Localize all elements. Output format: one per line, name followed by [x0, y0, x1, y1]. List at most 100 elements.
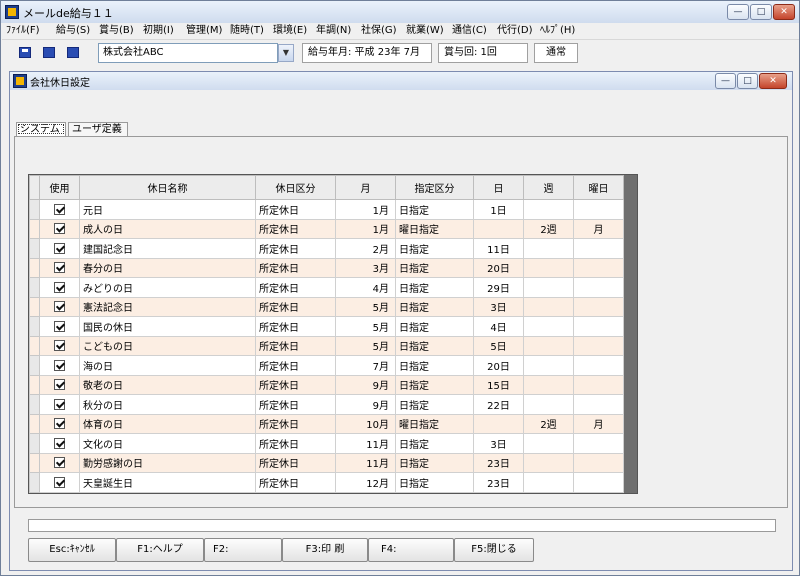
cell-shitei[interactable]: 日指定 [395, 296, 474, 317]
cell-shitei[interactable]: 日指定 [395, 452, 474, 473]
cell-use[interactable] [39, 374, 80, 395]
cell-kubun[interactable]: 所定休日 [255, 472, 336, 493]
cell-use[interactable] [39, 413, 80, 434]
cell-day[interactable]: 20日 [473, 257, 524, 278]
cell-use[interactable] [39, 452, 80, 473]
cell-day[interactable] [473, 413, 524, 434]
cell-week[interactable] [523, 472, 574, 493]
table-row[interactable]: みどりの日 所定休日 4月 日指定 29日 [29, 277, 624, 298]
row-header[interactable] [29, 199, 40, 220]
cell-month[interactable]: 5月 [335, 316, 396, 337]
cell-month[interactable]: 1月 [335, 218, 396, 239]
cell-youbi[interactable] [573, 355, 624, 376]
table-row[interactable]: 元日 所定休日 1月 日指定 1日 [29, 199, 624, 220]
cell-kubun[interactable]: 所定休日 [255, 355, 336, 376]
cell-shitei[interactable]: 日指定 [395, 316, 474, 337]
cell-month[interactable]: 2月 [335, 238, 396, 259]
cell-day[interactable]: 5日 [473, 335, 524, 356]
menu-bonus[interactable]: 賞与(B) [99, 24, 134, 38]
tab-user-defined[interactable]: ユーザ定義 [68, 122, 128, 136]
cell-youbi[interactable] [573, 452, 624, 473]
cell-name[interactable]: 秋分の日 [79, 394, 256, 415]
cell-day[interactable]: 20日 [473, 355, 524, 376]
menu-initial[interactable]: 初期(I) [143, 24, 174, 38]
use-checkbox[interactable] [54, 476, 65, 488]
cell-youbi[interactable] [573, 433, 624, 454]
cell-day[interactable]: 23日 [473, 452, 524, 473]
cell-week[interactable]: 2週 [523, 218, 574, 239]
row-header[interactable] [29, 433, 40, 454]
column-header-name[interactable]: 休日名称 [79, 175, 256, 200]
cell-use[interactable] [39, 238, 80, 259]
cell-use[interactable] [39, 355, 80, 376]
row-header[interactable] [29, 296, 40, 317]
table-row[interactable]: 勤労感謝の日 所定休日 11月 日指定 23日 [29, 452, 624, 473]
table-row[interactable]: 天皇誕生日 所定休日 12月 日指定 23日 [29, 472, 624, 493]
cell-kubun[interactable]: 所定休日 [255, 394, 336, 415]
cell-shitei[interactable]: 日指定 [395, 374, 474, 395]
menu-communication[interactable]: 通信(C) [452, 24, 487, 38]
child-close-button[interactable]: ✕ [759, 73, 787, 89]
child-maximize-button[interactable]: □ [737, 73, 758, 89]
cell-shitei[interactable]: 日指定 [395, 199, 474, 220]
cell-kubun[interactable]: 所定休日 [255, 277, 336, 298]
cell-youbi[interactable] [573, 335, 624, 356]
table-row[interactable]: 建国記念日 所定休日 2月 日指定 11日 [29, 238, 624, 259]
cell-kubun[interactable]: 所定休日 [255, 433, 336, 454]
cell-use[interactable] [39, 433, 80, 454]
cell-week[interactable] [523, 199, 574, 220]
cell-name[interactable]: 元日 [79, 199, 256, 220]
cell-day[interactable]: 23日 [473, 472, 524, 493]
cell-name[interactable]: 春分の日 [79, 257, 256, 278]
cell-kubun[interactable]: 所定休日 [255, 413, 336, 434]
cell-youbi[interactable] [573, 257, 624, 278]
use-checkbox[interactable] [54, 262, 65, 273]
row-header[interactable] [29, 316, 40, 337]
cell-week[interactable] [523, 355, 574, 376]
cancel-button[interactable]: Esc:ｷｬﾝｾﾙ [28, 538, 116, 562]
column-header-youbi[interactable]: 曜日 [573, 175, 624, 200]
cell-youbi[interactable]: 月 [573, 218, 624, 239]
cell-day[interactable]: 15日 [473, 374, 524, 395]
company-select[interactable]: 株式会社ABC [98, 43, 278, 63]
menu-social-insurance[interactable]: 社保(G) [361, 24, 397, 38]
cell-kubun[interactable]: 所定休日 [255, 218, 336, 239]
table-row[interactable]: 秋分の日 所定休日 9月 日指定 22日 [29, 394, 624, 415]
cell-week[interactable] [523, 433, 574, 454]
cell-week[interactable] [523, 316, 574, 337]
table-row[interactable]: 成人の日 所定休日 1月 曜日指定 2週月 [29, 218, 624, 239]
tab-system[interactable]: システム [16, 122, 66, 136]
cell-youbi[interactable] [573, 316, 624, 337]
f4-button[interactable]: F4: [368, 538, 454, 562]
cell-day[interactable]: 4日 [473, 316, 524, 337]
use-checkbox[interactable] [54, 398, 65, 410]
cell-week[interactable] [523, 452, 574, 473]
use-checkbox[interactable] [54, 203, 65, 215]
cell-month[interactable]: 1月 [335, 199, 396, 220]
cell-name[interactable]: 成人の日 [79, 218, 256, 239]
row-header[interactable] [29, 472, 40, 493]
cell-week[interactable] [523, 296, 574, 317]
column-header-shitei[interactable]: 指定区分 [395, 175, 474, 200]
use-checkbox[interactable] [54, 379, 65, 390]
cell-name[interactable]: 国民の休日 [79, 316, 256, 337]
cell-youbi[interactable]: 月 [573, 413, 624, 434]
row-header[interactable] [29, 452, 40, 473]
menu-year-end[interactable]: 年調(N) [316, 24, 351, 38]
table-row[interactable]: 春分の日 所定休日 3月 日指定 20日 [29, 257, 624, 278]
row-header[interactable] [29, 355, 40, 376]
close-button[interactable]: ✕ [773, 4, 795, 20]
cell-name[interactable]: みどりの日 [79, 277, 256, 298]
table-row[interactable]: こどもの日 所定休日 5月 日指定 5日 [29, 335, 624, 356]
cell-kubun[interactable]: 所定休日 [255, 199, 336, 220]
cell-name[interactable]: 建国記念日 [79, 238, 256, 259]
cell-month[interactable]: 11月 [335, 452, 396, 473]
cell-day[interactable]: 3日 [473, 296, 524, 317]
cell-day[interactable]: 11日 [473, 238, 524, 259]
save-button[interactable] [16, 44, 34, 62]
cell-day[interactable]: 22日 [473, 394, 524, 415]
row-header[interactable] [29, 257, 40, 278]
table-row[interactable]: 敬老の日 所定休日 9月 日指定 15日 [29, 374, 624, 395]
table-row[interactable]: 文化の日 所定休日 11月 日指定 3日 [29, 433, 624, 454]
f2-button[interactable]: F2: [204, 538, 282, 562]
